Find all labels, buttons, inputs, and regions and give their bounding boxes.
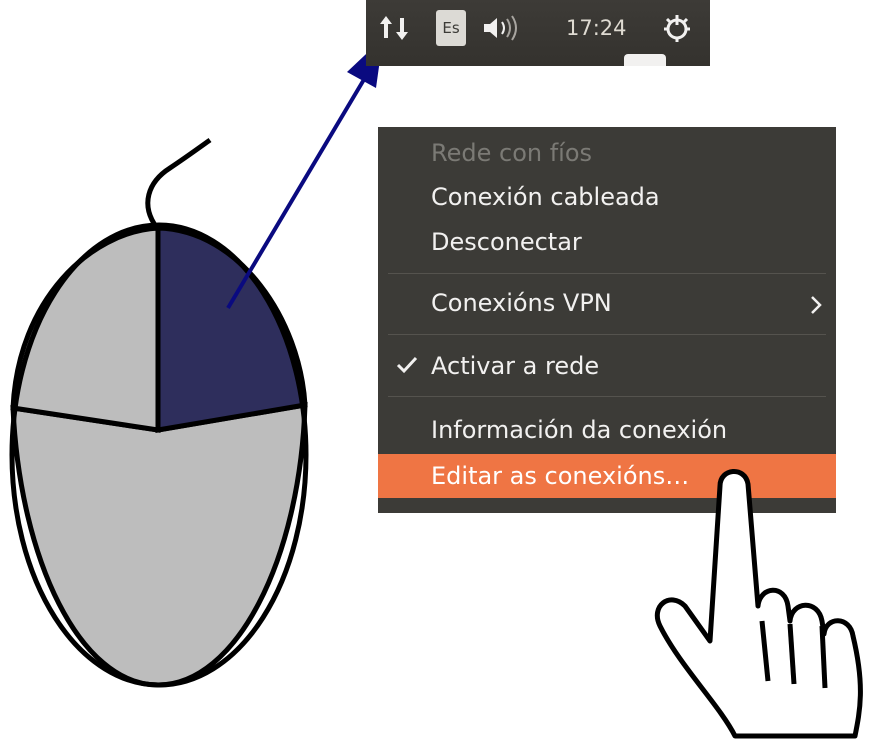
volume-icon[interactable] (482, 10, 522, 46)
menu-separator (388, 273, 826, 274)
checkmark-icon (396, 354, 418, 382)
network-updown-icon[interactable] (378, 10, 412, 46)
menu-item-wired-connection[interactable]: Conexión cableada (378, 175, 836, 219)
menu-item-label: Rede con fíos (431, 139, 593, 167)
keyboard-layout-indicator[interactable]: Es (436, 10, 466, 46)
mouse-body (10, 402, 308, 688)
menu-anchor-tab (624, 54, 666, 66)
chevron-right-icon (810, 293, 822, 321)
menu-item-label: Activar a rede (431, 352, 600, 380)
menu-item-wired-network-header: Rede con fíos (378, 131, 836, 175)
pointer-arrow-line (226, 64, 374, 310)
menu-item-connection-information[interactable]: Información da conexión (378, 408, 836, 452)
menu-item-label: Conexións VPN (431, 289, 612, 317)
menu-item-disconnect[interactable]: Desconectar (378, 220, 836, 264)
menu-item-vpn-connections[interactable]: Conexións VPN (378, 281, 836, 325)
hand-pointer-icon (654, 469, 863, 739)
menu-separator (388, 334, 826, 335)
session-gear-icon[interactable] (662, 10, 692, 46)
top-panel: Es 17:24 (366, 0, 710, 66)
mouse-cable (145, 137, 212, 230)
menu-item-label: Información da conexión (431, 416, 728, 444)
clock[interactable]: 17:24 (566, 10, 627, 46)
menu-item-label: Desconectar (431, 228, 582, 256)
menu-separator (388, 396, 826, 397)
menu-item-enable-networking[interactable]: Activar a rede (378, 344, 836, 388)
menu-item-label: Conexión cableada (431, 183, 660, 211)
